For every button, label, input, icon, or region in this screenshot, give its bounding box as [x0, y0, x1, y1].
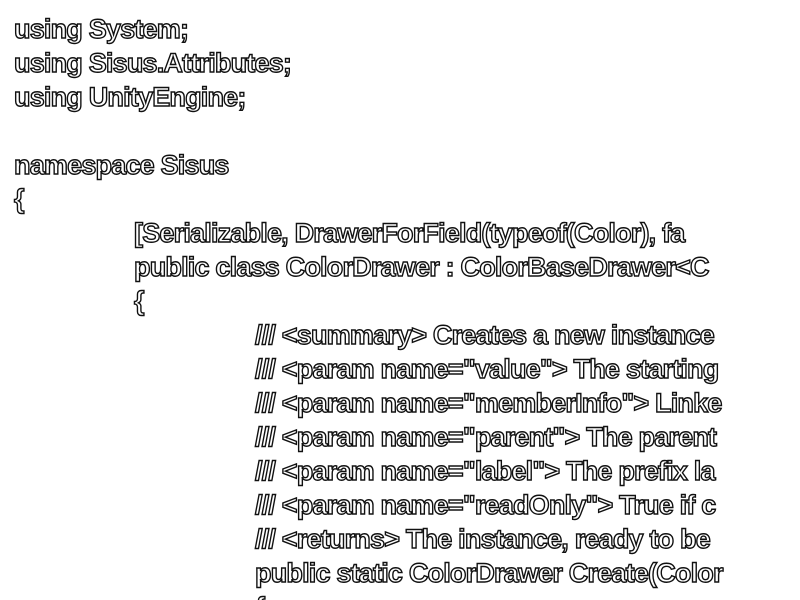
code-line-using-attributes: using Sisus.Attributes;	[13, 47, 292, 78]
code-line-namespace: namespace Sisus	[13, 149, 230, 180]
code-line-param-label: /// <param name="label"> The prefix la	[254, 455, 716, 486]
code-line-using-unityengine: using UnityEngine;	[13, 81, 247, 112]
code-line-class-open-brace: {	[133, 285, 145, 316]
code-line-create-method: public static ColorDrawer Create(Color	[254, 557, 724, 588]
code-line-using-system: using System;	[13, 13, 189, 44]
code-line-class-declaration: public class ColorDrawer : ColorBaseDraw…	[133, 251, 710, 282]
code-line-returns-comment: /// <returns> The instance, ready to be	[254, 523, 711, 554]
code-line-class-attributes: [Serializable, DrawerForField(typeof(Col…	[133, 217, 686, 248]
code-line-param-parent: /// <param name="parent"> The parent	[254, 421, 717, 452]
code-document: using System; using Sisus.Attributes; us…	[0, 0, 800, 600]
code-line-param-memberinfo: /// <param name="memberInfo"> Linke	[254, 387, 723, 418]
code-line-param-value: /// <param name="value"> The starting	[254, 353, 720, 384]
code-line-param-readonly: /// <param name="readOnly"> True if c	[254, 489, 717, 520]
code-line-summary-comment: /// <summary> Creates a new instance	[254, 319, 715, 350]
code-line-namespace-open-brace: {	[13, 183, 25, 214]
code-line-method-open-brace: {	[254, 590, 266, 600]
